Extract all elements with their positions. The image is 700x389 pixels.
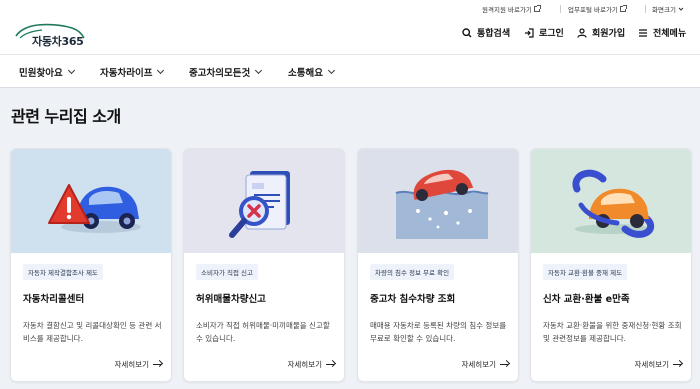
site-card-flood-check[interactable]: 차량의 침수 정보 무료 확인 중고차 침수차량 조회 매매용 자동차로 등록된… — [357, 148, 519, 382]
arrow-right-icon — [153, 363, 161, 366]
nav-item-used-cars[interactable]: 중고차의모든것 — [189, 65, 263, 79]
card-image — [358, 149, 518, 253]
card-title: 신차 교환·환불 e만족 — [543, 294, 630, 305]
arrow-right-icon — [500, 363, 508, 366]
card-image — [11, 149, 171, 253]
view-more-link[interactable]: 자세히보기 — [114, 359, 161, 370]
external-link-icon — [533, 5, 541, 12]
document-search-icon — [229, 171, 290, 238]
card-tag: 차량의 침수 정보 무료 확인 — [370, 264, 455, 280]
login-icon — [525, 27, 534, 38]
external-link-icon — [619, 5, 627, 12]
card-description: 자동차 교환·환불을 위한 중재신청·현황 조회 및 관련정보를 제공합니다. — [543, 321, 682, 343]
logo-text: 자동차365 — [32, 35, 84, 48]
site-card-recall[interactable]: 자동차 제작결함조사 제도 자동차리콜센터 자동차 결함신고 및 리콜대상확인 … — [10, 148, 172, 382]
nav-item-car-life[interactable]: 자동차라이프 — [100, 65, 165, 79]
card-description: 소비자가 직접 허위매물·미끼매물을 신고할 수 있습니다. — [196, 321, 330, 343]
screen-size-label: 화면크기 — [652, 6, 676, 14]
screen-size-button[interactable]: 화면크기 — [652, 4, 684, 14]
chevron-down-icon — [67, 66, 75, 75]
search-button[interactable]: 통합검색 — [462, 26, 510, 39]
recall-car-warning-icon — [48, 184, 141, 233]
chevron-down-icon — [327, 66, 336, 75]
card-title: 중고차 침수차량 조회 — [370, 294, 456, 305]
util-divider — [645, 5, 646, 13]
login-button[interactable]: 로그인 — [524, 26, 564, 39]
chevron-down-icon — [255, 66, 263, 75]
card-tag: 소비자가 직접 신고 — [196, 264, 258, 280]
page-title: 관련 누리집 소개 — [11, 107, 121, 126]
card-tag: 자동차 제작결함조사 제도 — [23, 264, 103, 280]
search-icon — [462, 27, 472, 37]
view-more-label: 자세히보기 — [461, 360, 497, 369]
chevron-down-icon — [157, 66, 165, 75]
card-description: 자동차 결함신고 및 리콜대상확인 등 관련 서비스를 제공합니다. — [23, 321, 162, 343]
view-more-label: 자세히보기 — [287, 360, 323, 369]
site-card-false-listing[interactable]: 소비자가 직접 신고 허위매물차량신고 소비자가 직접 허위매물·미끼매물을 신… — [183, 148, 345, 382]
card-title: 자동차리콜센터 — [23, 294, 85, 305]
remote-support-label: 원격지원 바로가기 — [482, 6, 532, 14]
search-label: 통합검색 — [477, 29, 511, 39]
nav-item-civil-complaints[interactable]: 민원찾아요 — [19, 65, 75, 79]
view-more-link[interactable]: 자세히보기 — [634, 359, 681, 370]
card-image — [531, 149, 691, 253]
util-divider — [560, 5, 561, 13]
nav-item-label: 중고차의모든것 — [189, 68, 251, 79]
remote-support-link[interactable]: 원격지원 바로가기 — [482, 4, 541, 14]
nav-item-label: 소통해요 — [288, 68, 323, 79]
chevron-down-icon — [678, 7, 684, 11]
arrow-right-icon — [326, 363, 334, 366]
all-menu-button[interactable]: 전체메뉴 — [638, 26, 686, 39]
main-nav: 민원찾아요 자동차라이프 중고차의모든것 소통해요 — [0, 54, 700, 88]
site-card-exchange-refund[interactable]: 자동차 교환·환불 중재 제도 신차 교환·환불 e만족 자동차 교환·환불을 … — [530, 148, 692, 382]
nav-item-label: 자동차라이프 — [100, 68, 153, 79]
nav-item-communication[interactable]: 소통해요 — [288, 65, 336, 79]
view-more-label: 자세히보기 — [634, 360, 670, 369]
card-description: 매매용 자동차로 등록된 차량의 침수 정보를 무료로 확인할 수 있습니다. — [370, 321, 507, 343]
signup-label: 회원가입 — [592, 29, 626, 39]
menu-icon — [639, 28, 647, 37]
user-icon — [577, 27, 587, 38]
signup-button[interactable]: 회원가입 — [577, 26, 625, 39]
work-portal-link[interactable]: 업무포털 바로가기 — [568, 4, 627, 14]
login-label: 로그인 — [539, 29, 564, 39]
arrow-right-icon — [673, 363, 681, 366]
card-tag: 자동차 교환·환불 중재 제도 — [543, 264, 628, 280]
car-exchange-icon — [572, 169, 655, 238]
flooded-car-icon — [395, 169, 489, 239]
card-title: 허위매물차량신고 — [196, 294, 266, 305]
view-more-link[interactable]: 자세히보기 — [287, 359, 334, 370]
work-portal-label: 업무포털 바로가기 — [568, 6, 618, 14]
header: 자동차365 원격지원 바로가기 업무포털 바로가기 화면크기 통합검색 로그인… — [0, 0, 700, 54]
card-image — [184, 149, 344, 253]
all-menu-label: 전체메뉴 — [653, 29, 687, 39]
site-logo[interactable]: 자동차365 — [14, 22, 94, 48]
view-more-label: 자세히보기 — [114, 360, 150, 369]
view-more-link[interactable]: 자세히보기 — [461, 359, 508, 370]
nav-item-label: 민원찾아요 — [19, 68, 63, 79]
